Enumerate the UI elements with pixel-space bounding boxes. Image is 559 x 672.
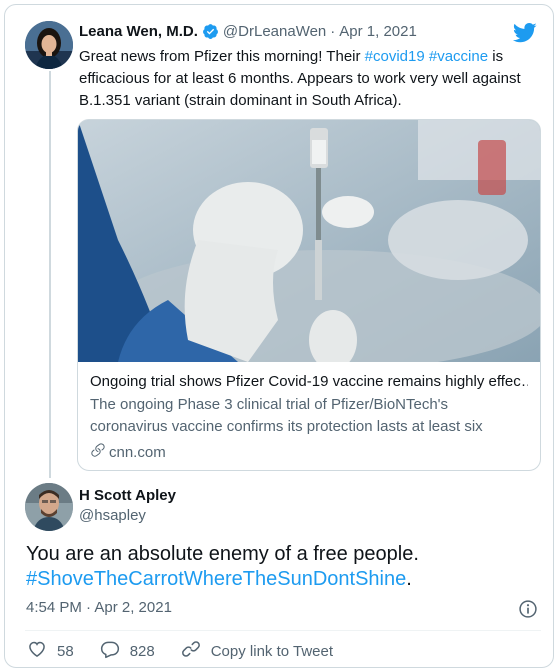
link-preview-card[interactable]: Ongoing trial shows Pfizer Covid-19 vacc… [77, 119, 541, 471]
avatar-leana-wen[interactable] [25, 21, 73, 69]
like-count: 58 [57, 642, 74, 660]
author-handle[interactable]: @DrLeanaWen [223, 23, 326, 40]
link-domain-text: cnn.com [109, 443, 166, 461]
verified-badge-icon [202, 23, 219, 40]
heart-icon [27, 639, 47, 663]
copy-link-button[interactable]: Copy link to Tweet [181, 639, 333, 663]
twitter-bird-icon[interactable] [512, 23, 537, 43]
reply-tweet-text: You are an absolute enemy of a free peop… [26, 542, 546, 592]
separator-dot: · [330, 23, 336, 40]
reply-button[interactable]: 828 [100, 639, 155, 663]
tweet-text-segment: Great news from Pfizer this morning! The… [79, 48, 365, 65]
copy-link-label: Copy link to Tweet [210, 642, 334, 660]
copy-link-icon [181, 639, 201, 663]
tweet-actions-bar: 58 828 Copy link to Tweet [27, 639, 359, 663]
reply-text-trailing: . [406, 568, 412, 590]
reply-timestamp[interactable]: 4:54 PM · Apr 2, 2021 [26, 599, 172, 616]
original-tweet-text: Great news from Pfizer this morning! The… [79, 46, 529, 112]
info-icon[interactable] [518, 599, 538, 619]
reply-author-handle[interactable]: @hsapley [79, 507, 146, 524]
reply-count: 828 [129, 642, 155, 660]
link-preview-domain: cnn.com [90, 442, 528, 462]
hashtag-link[interactable]: #covid19 [365, 48, 425, 65]
embedded-tweet-card: Leana Wen, M.D. @DrLeanaWen · Apr 1, 202… [4, 4, 554, 668]
avatar-h-scott-apley[interactable] [25, 483, 73, 531]
reply-icon [100, 639, 120, 663]
link-icon [90, 442, 106, 462]
original-tweet-header: Leana Wen, M.D. @DrLeanaWen · Apr 1, 202… [79, 23, 417, 40]
hashtag-link[interactable]: #vaccine [429, 48, 488, 65]
actions-divider [25, 630, 541, 631]
reply-text-body: You are an absolute enemy of a free peop… [26, 543, 419, 565]
reply-hashtag-link[interactable]: #ShoveTheCarrotWhereTheSunDontShine [26, 568, 406, 590]
link-preview-image [78, 120, 540, 362]
reply-author-name[interactable]: H Scott Apley [79, 487, 176, 504]
thread-connector-line [49, 71, 51, 478]
link-preview-title: Ongoing trial shows Pfizer Covid-19 vacc… [90, 373, 528, 390]
like-button[interactable]: 58 [27, 639, 74, 663]
tweet-date[interactable]: Apr 1, 2021 [339, 23, 417, 40]
author-name[interactable]: Leana Wen, M.D. [79, 23, 198, 40]
link-preview-description: The ongoing Phase 3 clinical trial of Pf… [90, 396, 483, 435]
